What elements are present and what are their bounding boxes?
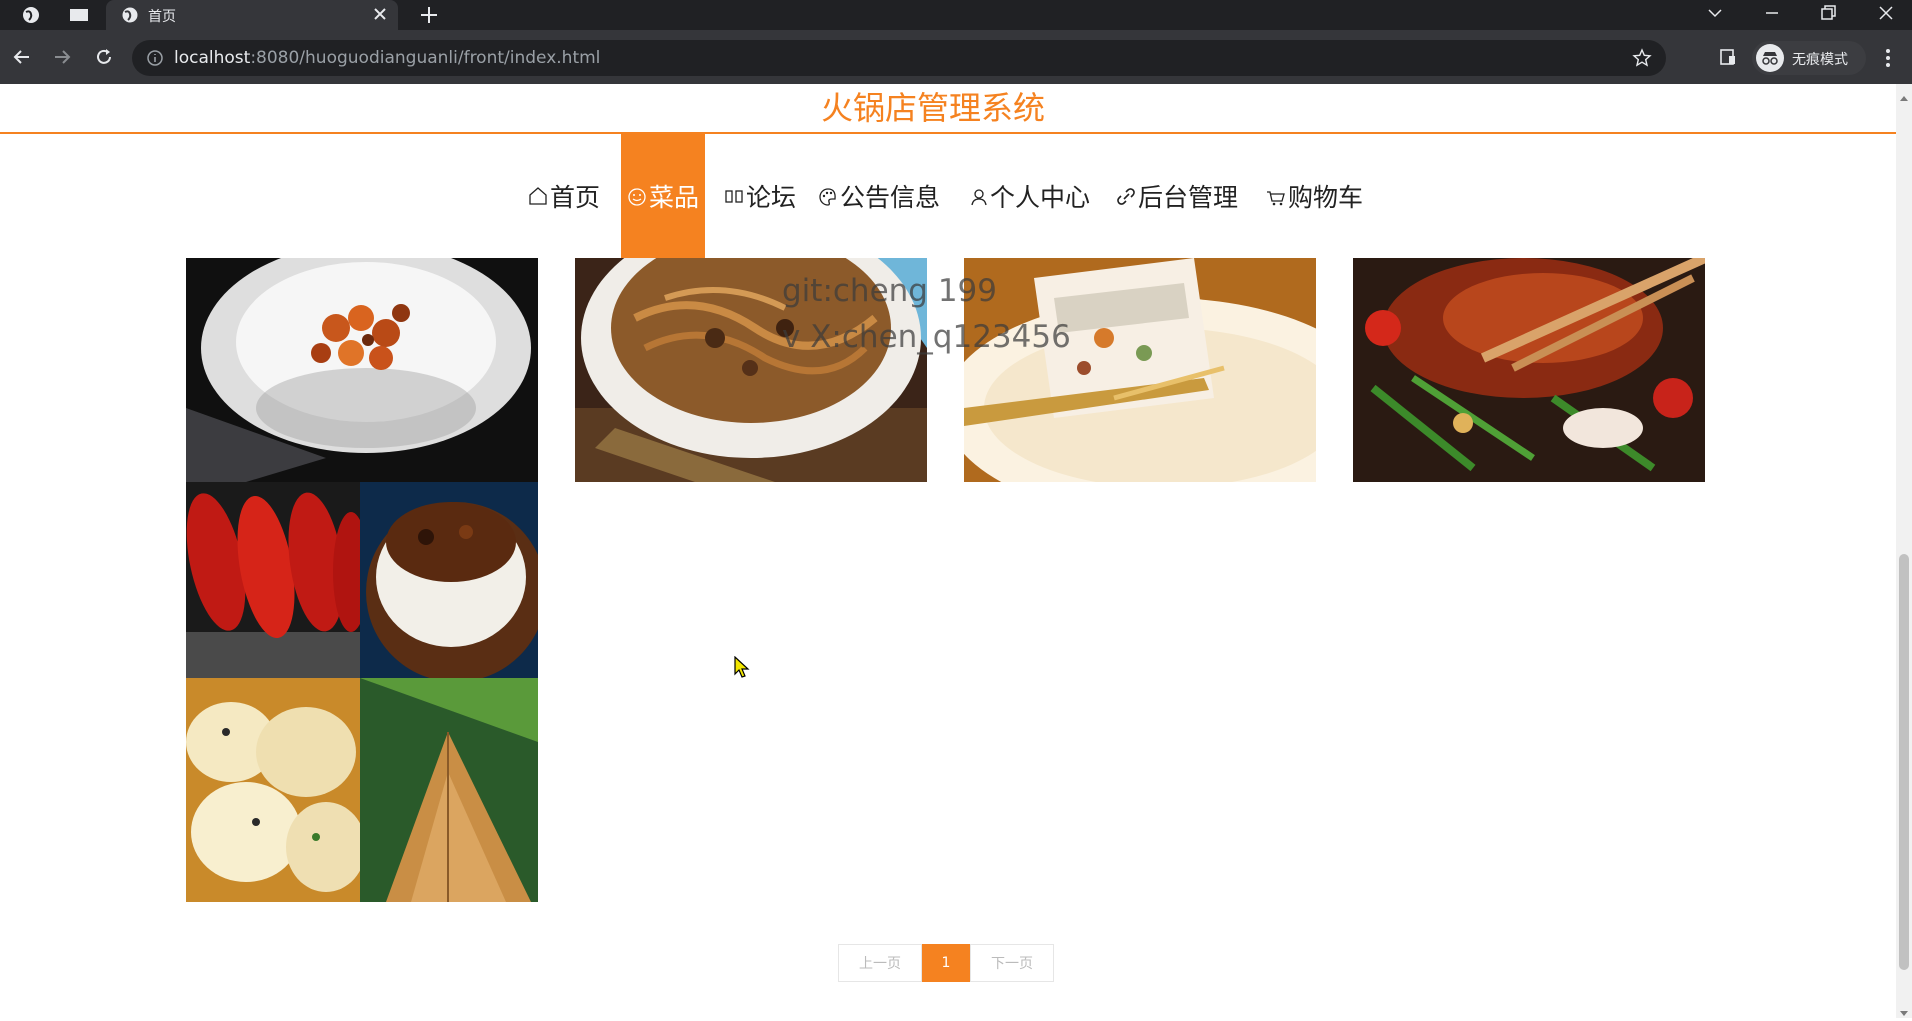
nav-item-announcements[interactable]: 公告信息 [818, 134, 940, 258]
tab-search-icon[interactable] [68, 4, 90, 26]
new-tab-icon[interactable] [418, 4, 440, 30]
tab-home[interactable]: 首页 [106, 0, 398, 30]
nav-label-home: 首页 [550, 183, 601, 212]
prev-page-button[interactable]: 上一页 [838, 944, 922, 982]
dish-image-1[interactable] [186, 258, 538, 482]
nav-label-admin: 后台管理 [1138, 183, 1239, 212]
restore-icon[interactable] [1818, 3, 1838, 27]
user-icon [970, 185, 988, 207]
incognito-label: 无痕模式 [1792, 52, 1848, 68]
site-title: 火锅店管理系统 [820, 89, 1045, 127]
more-menu-icon[interactable] [1884, 48, 1892, 72]
forward-arrow-icon[interactable] [52, 47, 72, 67]
watermark-line-1: git:cheng 199 [782, 273, 998, 309]
url-path: :8080/huoguodianguanli/front/index.html [250, 48, 601, 68]
watermark-line-2: v X:chen_q123456 [782, 319, 1071, 355]
minimize-icon[interactable] [1762, 3, 1782, 27]
scrollbar-thumb[interactable] [1899, 554, 1909, 970]
watermark: git:cheng 199 v X:chen_q123456 [782, 268, 1071, 360]
page-number-current[interactable]: 1 [922, 944, 970, 982]
page-viewport: 火锅店管理系统 首页 菜品 论坛 公告信息 个人中心 后台管理 购物车 git:… [0, 84, 1896, 1018]
nav-label-announcements: 公告信息 [840, 183, 941, 212]
incognito-icon [1756, 44, 1784, 72]
dish-image-5[interactable] [186, 482, 538, 902]
dish-image-4[interactable] [1353, 258, 1705, 482]
mouse-cursor-icon [734, 655, 750, 684]
nav-label-dishes: 菜品 [648, 183, 699, 212]
reading-list-icon[interactable] [1718, 47, 1738, 71]
url-host: localhost [174, 48, 251, 68]
nav-label-forum: 论坛 [746, 183, 797, 212]
smile-icon [627, 185, 647, 207]
link-icon [1116, 185, 1136, 207]
nav-item-home[interactable]: 首页 [528, 134, 600, 258]
tab-title: 首页 [148, 9, 176, 25]
nav-label-cart: 购物车 [1288, 183, 1364, 212]
back-arrow-icon[interactable] [12, 47, 32, 67]
pagination: 上一页 1 下一页 [838, 944, 1054, 982]
page-scrollbar[interactable] [1896, 84, 1912, 1018]
globe-icon [120, 5, 140, 29]
nav-item-cart[interactable]: 购物车 [1266, 134, 1363, 258]
site-info-icon[interactable] [146, 49, 164, 71]
cart-icon [1266, 185, 1286, 207]
nav-item-dishes[interactable]: 菜品 [621, 134, 705, 258]
url-text: localhost:8080/huoguodianguanli/front/in… [174, 48, 600, 68]
nav-item-profile[interactable]: 个人中心 [970, 134, 1090, 258]
scroll-up-icon[interactable] [1900, 88, 1908, 107]
incognito-badge[interactable]: 无痕模式 [1752, 41, 1866, 75]
nav-item-forum[interactable]: 论坛 [724, 134, 796, 258]
bookmark-star-icon[interactable] [1632, 48, 1652, 72]
nav-label-profile: 个人中心 [990, 183, 1091, 212]
next-page-button[interactable]: 下一页 [970, 944, 1054, 982]
reload-icon[interactable] [94, 47, 114, 67]
forum-icon [724, 185, 744, 207]
browser-toolbar: localhost:8080/huoguodianguanli/front/in… [0, 30, 1912, 84]
home-icon [528, 185, 548, 207]
main-nav: 首页 菜品 论坛 公告信息 个人中心 后台管理 购物车 [0, 134, 1896, 258]
nav-item-admin[interactable]: 后台管理 [1116, 134, 1238, 258]
close-icon[interactable] [371, 5, 389, 27]
chevron-down-icon[interactable] [1705, 3, 1725, 27]
globe-icon[interactable] [20, 4, 42, 26]
scroll-down-icon[interactable] [1900, 1002, 1908, 1021]
address-bar[interactable]: localhost:8080/huoguodianguanli/front/in… [132, 40, 1666, 76]
browser-tab-bar: 首页 [0, 0, 1912, 30]
palette-icon [818, 185, 838, 207]
window-close-icon[interactable] [1876, 3, 1896, 27]
